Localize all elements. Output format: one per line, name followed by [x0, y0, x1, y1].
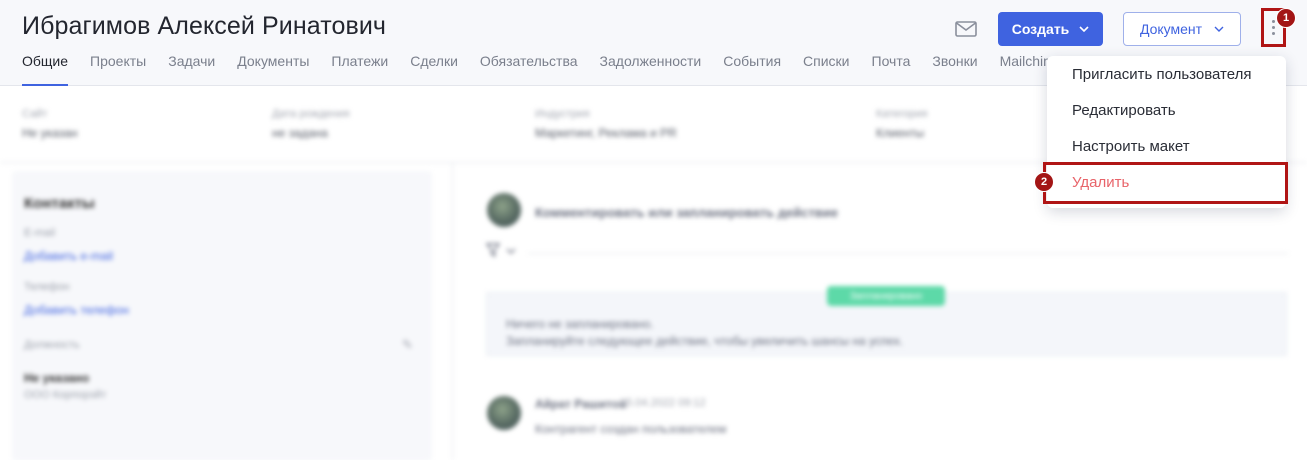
info-industry: Индустрия Маркетинг, Реклама и PR — [535, 108, 677, 140]
contacts-title: Контакты — [24, 195, 95, 212]
step-marker-2: 2 — [1034, 172, 1054, 192]
comment-prompt[interactable]: Комментировать или запланировать действи… — [535, 205, 838, 220]
contacts-card: Контакты E-mail Добавить e-mail Телефон … — [12, 171, 432, 460]
position-label: Должность — [24, 339, 80, 351]
divider — [528, 253, 1288, 254]
tab-bar: Общие Проекты Задачи Документы Платежи С… — [22, 52, 1085, 86]
tab-payments[interactable]: Платежи — [331, 52, 388, 86]
add-email-link[interactable]: Добавить e-mail — [24, 249, 113, 263]
email-label: E-mail — [24, 227, 56, 239]
feed-entry-text: Контрагент создан пользователем — [535, 422, 727, 436]
more-vertical-icon — [1272, 20, 1275, 35]
tab-debts[interactable]: Задолженности — [600, 52, 702, 86]
feed-entry-date: 05.04.2022 09:12 — [620, 397, 706, 409]
tab-documents[interactable]: Документы — [237, 52, 309, 86]
contacts-column: Контакты E-mail Добавить e-mail Телефон … — [0, 163, 453, 460]
chevron-down-icon — [1214, 26, 1224, 32]
tab-calls[interactable]: Звонки — [932, 52, 977, 86]
mail-button[interactable] — [954, 18, 978, 40]
phone-label: Телефон — [24, 281, 70, 293]
mail-icon — [955, 21, 977, 37]
menu-item-edit[interactable]: Редактировать — [1047, 93, 1286, 129]
tab-projects[interactable]: Проекты — [90, 52, 146, 86]
info-birthdate: Дата рождения не задана — [272, 108, 350, 140]
planned-badge: Запланировано — [827, 286, 945, 306]
info-category: Категория Клиенты — [876, 108, 928, 140]
page-title: Ибрагимов Алексей Ринатович — [22, 12, 387, 40]
add-phone-link[interactable]: Добавить телефон — [24, 303, 129, 317]
avatar — [487, 396, 521, 430]
create-button[interactable]: Создать — [998, 12, 1103, 46]
info-site: Сайт Не указан — [22, 108, 78, 140]
delete-highlight-frame — [1043, 162, 1288, 204]
avatar — [487, 193, 521, 227]
tab-lists[interactable]: Списки — [803, 52, 849, 86]
tab-mail[interactable]: Почта — [872, 52, 911, 86]
step-marker-1: 1 — [1276, 8, 1296, 28]
document-button-label: Документ — [1139, 21, 1203, 37]
planned-empty-text: Ничего не запланировано. — [506, 317, 654, 331]
create-button-label: Создать — [1011, 21, 1070, 37]
chevron-down-icon — [1079, 26, 1089, 32]
tab-general[interactable]: Общие — [22, 52, 69, 86]
menu-item-invite-user[interactable]: Пригласить пользователя — [1047, 57, 1286, 93]
planned-hint-text: Запланируйте следующее действие, чтобы у… — [506, 334, 904, 348]
feed-entry-author: Айрат Рашитов — [535, 397, 627, 411]
company-name: ООО Корпорэйт — [24, 389, 107, 401]
filter-icon[interactable] — [486, 243, 516, 259]
tab-obligations[interactable]: Обязательства — [480, 52, 578, 86]
document-button[interactable]: Документ — [1123, 12, 1241, 46]
tab-tasks[interactable]: Задачи — [168, 52, 215, 86]
position-value: Не указано — [24, 371, 90, 385]
menu-item-configure-layout[interactable]: Настроить макет — [1047, 129, 1286, 165]
pencil-icon[interactable]: ✎ — [402, 337, 413, 353]
tab-events[interactable]: События — [723, 52, 781, 86]
tab-deals[interactable]: Сделки — [410, 52, 458, 86]
